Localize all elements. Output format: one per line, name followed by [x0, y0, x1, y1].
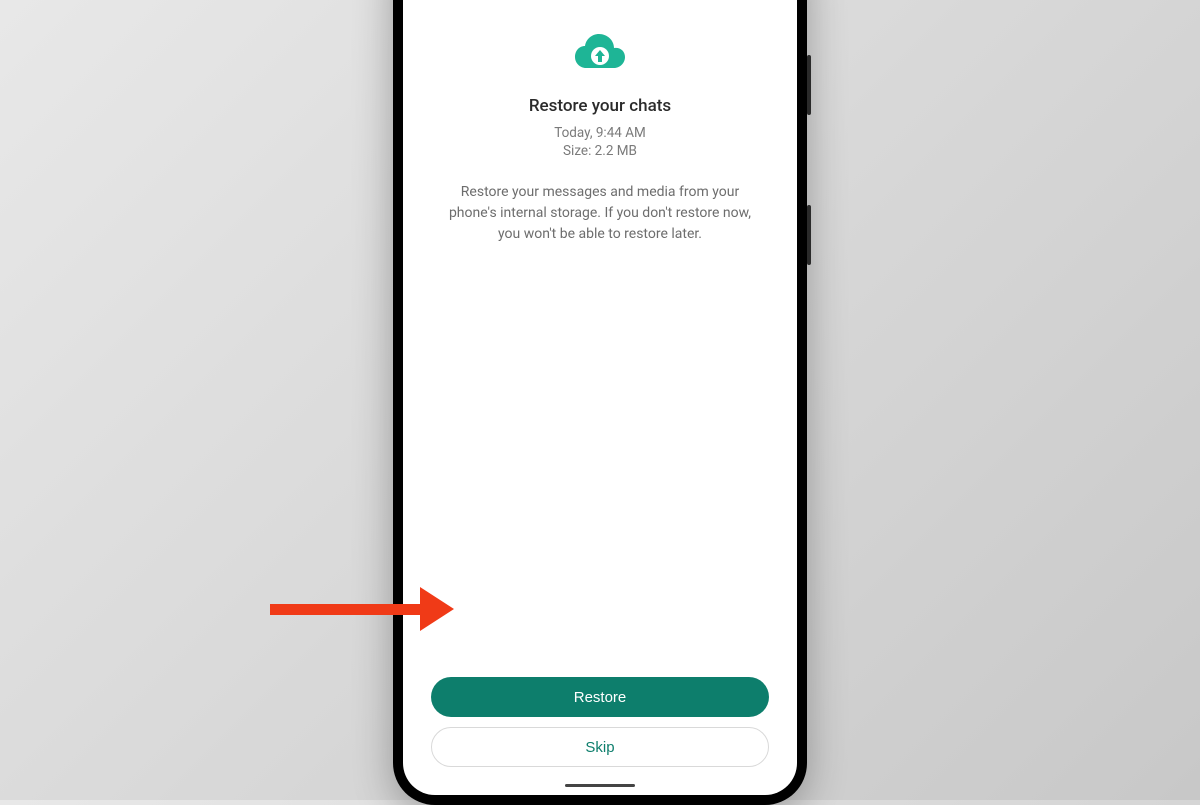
skip-button[interactable]: Skip [431, 727, 769, 767]
backup-size: Size: 2.2 MB [563, 142, 637, 160]
cloud-upload-icon [574, 32, 626, 74]
restore-subtitle: Restore your chats [529, 96, 671, 116]
backup-timestamp: Today, 9:44 AM [554, 124, 646, 142]
bottom-actions: Restore Skip [403, 663, 797, 795]
home-indicator [565, 784, 635, 787]
app-screen: Restore backup Restore your chats Today,… [403, 0, 797, 795]
annotation-arrow [270, 587, 454, 631]
restore-button[interactable]: Restore [431, 677, 769, 717]
phone-frame: Restore backup Restore your chats Today,… [393, 0, 807, 805]
content-area: Restore your chats Today, 9:44 AM Size: … [403, 0, 797, 663]
restore-description: Restore your messages and media from you… [433, 182, 767, 245]
phone-side-buttons [807, 55, 811, 355]
